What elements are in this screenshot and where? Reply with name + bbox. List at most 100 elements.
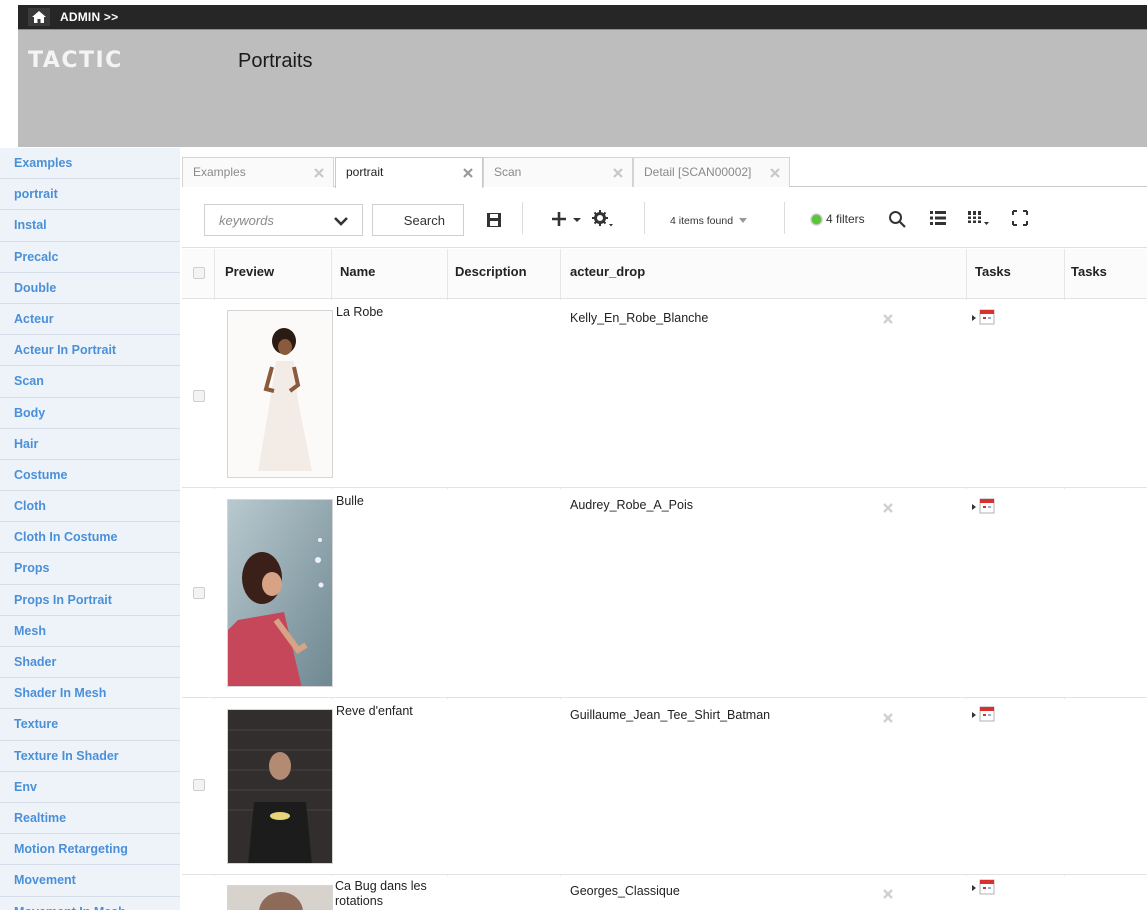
sidebar-item-examples[interactable]: Examples: [0, 148, 180, 180]
calendar-icon[interactable]: [972, 497, 998, 517]
sidebar-item-movement[interactable]: Movement: [0, 865, 180, 897]
tab-portrait[interactable]: portrait: [335, 157, 483, 188]
row-acteur-drop: Georges_Classique: [570, 884, 680, 898]
tab-label: Scan: [494, 165, 522, 179]
column-header-preview[interactable]: Preview: [225, 264, 274, 279]
sidebar-item-shader-in-mesh[interactable]: Shader In Mesh: [0, 678, 180, 710]
tab-bar: Examples portrait Scan Detail [SCAN00002…: [182, 157, 1147, 188]
sidebar-item-hair[interactable]: Hair: [0, 428, 180, 460]
select-all-checkbox[interactable]: [193, 267, 205, 279]
table-row[interactable]: La Robe Kelly_En_Robe_Blanche: [182, 300, 1147, 488]
row-name: Reve d'enfant: [336, 704, 413, 718]
gear-icon[interactable]: [592, 210, 614, 228]
sidebar-item-cloth[interactable]: Cloth: [0, 491, 180, 523]
items-found-label: 4 items found: [670, 215, 734, 227]
tactic-logo: TACTIC: [28, 48, 123, 73]
remove-icon[interactable]: [882, 888, 894, 900]
column-header-description[interactable]: Description: [455, 264, 527, 279]
remove-icon[interactable]: [882, 313, 894, 325]
column-manager-icon[interactable]: [968, 211, 990, 227]
row-name: Ca Bug dans les rotations: [335, 879, 427, 908]
calendar-icon[interactable]: [972, 878, 998, 898]
sidebar-item-mesh[interactable]: Mesh: [0, 615, 180, 647]
remove-icon[interactable]: [882, 712, 894, 724]
tab-label: Detail [SCAN00002]: [644, 165, 752, 179]
sidebar-item-texture[interactable]: Texture: [0, 709, 180, 741]
column-header-tasks-2[interactable]: Tasks: [1071, 264, 1107, 279]
toolbar: keywords Search 4 items found 4 filters: [182, 188, 1147, 248]
sidebar-item-acteur-in-portrait[interactable]: Acteur In Portrait: [0, 335, 180, 367]
close-icon[interactable]: [313, 167, 325, 179]
search-button[interactable]: Search: [372, 204, 464, 236]
sidebar-item-scan[interactable]: Scan: [0, 366, 180, 398]
column-header-acteur-drop[interactable]: acteur_drop: [570, 264, 645, 279]
sidebar-item-costume[interactable]: Costume: [0, 459, 180, 492]
sidebar-item-props-in-portrait[interactable]: Props In Portrait: [0, 584, 180, 616]
admin-bar: ADMIN >>: [18, 5, 1147, 29]
sidebar-item-movement-in-mesh[interactable]: Movement In Mesh: [0, 896, 180, 910]
column-header-tasks[interactable]: Tasks: [975, 264, 1011, 279]
row-checkbox[interactable]: [193, 779, 205, 791]
tab-detail[interactable]: Detail [SCAN00002]: [633, 157, 790, 187]
app-window: ADMIN >> TACTIC Portraits Examples portr…: [0, 0, 1147, 910]
remove-icon[interactable]: [882, 502, 894, 514]
sidebar-item-shader[interactable]: Shader: [0, 647, 180, 679]
close-icon[interactable]: [769, 167, 781, 179]
tab-examples[interactable]: Examples: [182, 157, 334, 187]
row-acteur-drop: Kelly_En_Robe_Blanche: [570, 311, 709, 325]
home-icon[interactable]: [28, 8, 50, 26]
preview-thumbnail[interactable]: [227, 499, 333, 687]
calendar-icon[interactable]: [972, 705, 998, 725]
sidebar-item-acteur[interactable]: Acteur: [0, 303, 180, 336]
sidebar-item-texture-in-shader[interactable]: Texture In Shader: [0, 740, 180, 772]
sidebar-item-props[interactable]: Props: [0, 553, 180, 585]
column-header-name[interactable]: Name: [340, 264, 375, 279]
sidebar-item-realtime[interactable]: Realtime: [0, 802, 180, 835]
tab-scan[interactable]: Scan: [483, 157, 633, 187]
caret-down-icon: [738, 218, 747, 223]
expand-icon[interactable]: [1012, 210, 1028, 226]
close-icon[interactable]: [612, 167, 624, 179]
sidebar-item-env[interactable]: Env: [0, 771, 180, 803]
row-name: La Robe: [336, 305, 384, 319]
toolbar-divider: [784, 202, 785, 234]
sidebar-item-body[interactable]: Body: [0, 397, 180, 429]
page-title: Portraits: [238, 50, 313, 72]
preview-thumbnail[interactable]: [227, 310, 333, 478]
sidebar-item-double[interactable]: Double: [0, 272, 180, 304]
calendar-icon[interactable]: [972, 308, 998, 328]
app-header: TACTIC Portraits: [18, 29, 1147, 147]
status-dot-icon: [810, 213, 823, 226]
portrait-image: [228, 311, 332, 477]
tab-label: Examples: [193, 165, 246, 179]
sidebar-item-precalc[interactable]: Precalc: [0, 241, 180, 273]
row-acteur-drop: Guillaume_Jean_Tee_Shirt_Batman: [570, 708, 771, 722]
toolbar-divider: [522, 202, 523, 234]
chevron-down-icon: [334, 217, 348, 226]
row-acteur-drop: Audrey_Robe_A_Pois: [570, 498, 693, 512]
portrait-image: [228, 710, 332, 863]
admin-link[interactable]: ADMIN >>: [60, 10, 118, 24]
close-icon[interactable]: [462, 167, 474, 179]
sidebar-item-cloth-in-costume[interactable]: Cloth In Costume: [0, 522, 180, 554]
sidebar-item-instal[interactable]: Instal: [0, 210, 180, 242]
save-icon[interactable]: [487, 213, 501, 227]
items-found-dropdown[interactable]: 4 items found: [670, 215, 747, 227]
sidebar-item-portrait[interactable]: portrait: [0, 179, 180, 211]
portrait-image: [228, 886, 332, 910]
search-dropdown[interactable]: [319, 204, 363, 236]
search-icon[interactable]: [888, 210, 906, 228]
table-header: Preview Name Description acteur_drop Tas…: [182, 249, 1147, 299]
search-input[interactable]: keywords: [204, 204, 320, 236]
table-row[interactable]: Ca Bug dans les rotations Georges_Classi…: [182, 876, 1147, 910]
list-view-icon[interactable]: [930, 211, 946, 225]
row-checkbox[interactable]: [193, 587, 205, 599]
filters-toggle[interactable]: 4 filters: [826, 212, 865, 226]
preview-thumbnail[interactable]: [227, 709, 333, 864]
add-icon[interactable]: [552, 211, 582, 227]
preview-thumbnail[interactable]: [227, 885, 333, 910]
table-row[interactable]: Reve d'enfant Guillaume_Jean_Tee_Shirt_B…: [182, 699, 1147, 875]
row-checkbox[interactable]: [193, 390, 205, 402]
sidebar-item-motion-retargeting[interactable]: Motion Retargeting: [0, 834, 180, 866]
table-row[interactable]: Bulle Audrey_Robe_A_Pois: [182, 489, 1147, 698]
